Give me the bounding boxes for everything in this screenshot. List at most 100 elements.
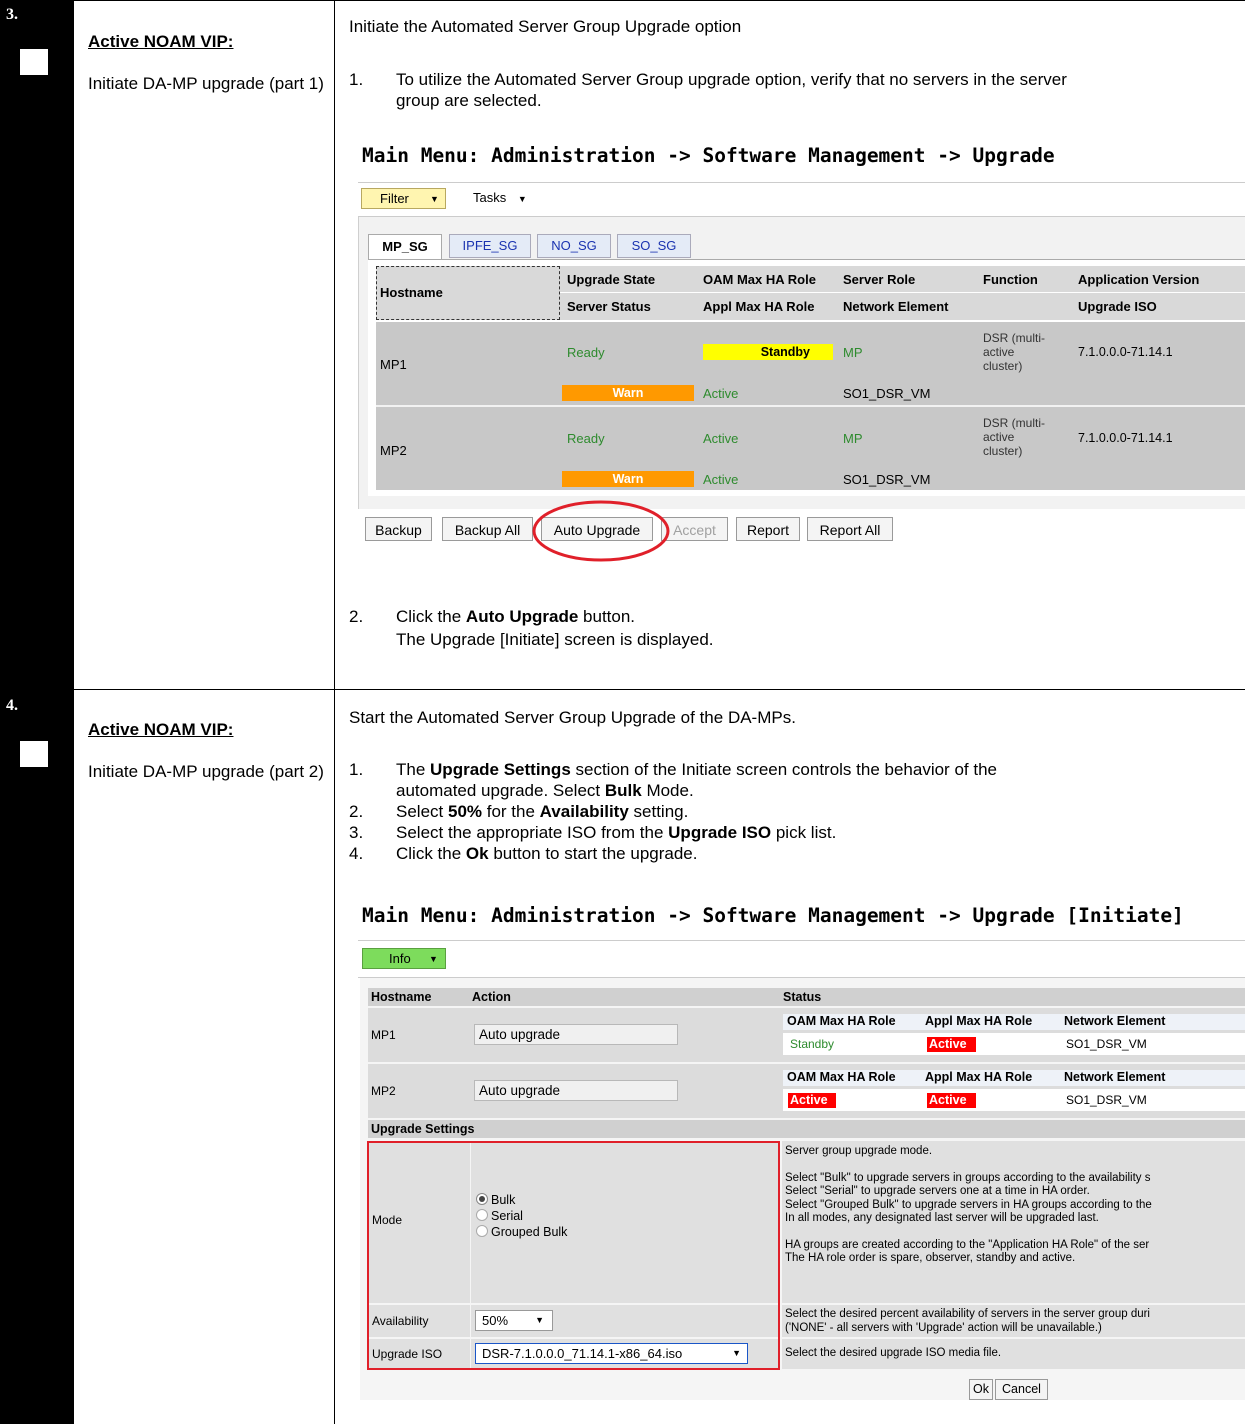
oam-role-badge: Standby <box>703 344 833 360</box>
server-role: MP <box>843 345 863 360</box>
filter-label: Filter <box>380 191 409 206</box>
report-all-button[interactable]: Report All <box>807 517 893 541</box>
row-separator <box>376 405 1245 407</box>
item-text: automated upgrade. Select Bulk Mode. <box>396 781 694 800</box>
hostname: MP2 <box>380 443 407 458</box>
upgrade-state: Ready <box>567 345 605 360</box>
item-number: 1. <box>349 760 364 779</box>
appl-role: Active <box>703 472 739 487</box>
step-description: Initiate DA-MP upgrade (part 1) <box>88 74 324 93</box>
settings-header-bar <box>368 1120 1245 1138</box>
server-role: MP <box>843 431 863 446</box>
hostname: MP1 <box>371 1028 396 1042</box>
ok-button[interactable]: Ok <box>969 1379 993 1400</box>
column-divider <box>334 0 335 1424</box>
step-number: 4. <box>6 697 18 714</box>
col-header: Hostname <box>380 285 443 300</box>
network-element: SO1_DSR_VM <box>843 386 931 401</box>
col-header: Network Element <box>843 299 949 314</box>
chevron-down-icon: ▼ <box>429 954 438 964</box>
col-header: Upgrade ISO <box>1078 299 1157 314</box>
action-field[interactable]: Auto upgrade <box>474 1080 678 1101</box>
appl-role-badge: Active <box>927 1037 976 1052</box>
oam-role: Standby <box>790 1037 835 1051</box>
item-text: Click the Ok button to start the upgrade… <box>396 844 698 863</box>
col-header: Status <box>783 990 822 1004</box>
col-header: OAM Max HA Role <box>703 272 816 287</box>
appl-role: Active <box>703 386 739 401</box>
oam-role: Active <box>703 431 739 446</box>
item-number: 3. <box>349 823 364 842</box>
cell-divider <box>780 1141 782 1369</box>
step-checkbox[interactable] <box>20 49 48 75</box>
settings-header: Upgrade Settings <box>371 1122 475 1136</box>
tab-so-sg[interactable]: SO_SG <box>617 234 691 258</box>
step-column-4 <box>0 690 74 1424</box>
filter-button[interactable]: Filter ▼ <box>361 188 446 209</box>
chevron-down-icon: ▼ <box>430 194 439 204</box>
col-header: Appl Max HA Role <box>703 299 815 314</box>
network-element: SO1_DSR_VM <box>1066 1093 1147 1107</box>
item-text: The Upgrade [Initiate] screen is display… <box>396 630 714 649</box>
sub-header: Appl Max HA Role <box>925 1014 1033 1028</box>
item-text: Select the appropriate ISO from the Upgr… <box>396 823 837 842</box>
sub-header: OAM Max HA Role <box>787 1070 896 1084</box>
step-role: Active NOAM VIP: <box>88 32 234 51</box>
col-header: Server Role <box>843 272 916 287</box>
info-button[interactable]: Info ▼ <box>362 948 446 969</box>
availability-help: Select the desired percent availability … <box>785 1308 1150 1334</box>
item-text: Click the Auto Upgrade button. <box>396 607 636 626</box>
step-description: Initiate DA-MP upgrade (part 2) <box>88 762 324 781</box>
title-divider <box>358 940 1245 941</box>
app-version: 7.1.0.0.0-71.14.1 <box>1078 345 1173 359</box>
item-number: 1. <box>349 70 364 89</box>
oam-role-badge: Active <box>788 1093 836 1108</box>
col-header: Server Status <box>567 299 651 314</box>
table-row[interactable] <box>376 322 1245 405</box>
step-number: 3. <box>6 6 18 23</box>
backup-all-button[interactable]: Backup All <box>442 517 533 541</box>
col-header: Upgrade State <box>567 272 656 287</box>
function: DSR (multi- <box>983 416 1045 430</box>
sub-header: Network Element <box>1064 1070 1166 1084</box>
sub-header: Network Element <box>1064 1014 1166 1028</box>
server-status-badge: Warn <box>562 471 694 487</box>
item-number: 2. <box>349 607 364 626</box>
item-text: Select 50% for the Availability setting. <box>396 802 689 821</box>
app-version: 7.1.0.0.0-71.14.1 <box>1078 431 1173 445</box>
item-text: group are selected. <box>396 91 542 110</box>
col-header: Hostname <box>371 990 432 1004</box>
backup-button[interactable]: Backup <box>365 517 432 541</box>
cancel-button[interactable]: Cancel <box>995 1379 1048 1400</box>
step-column-3 <box>0 0 74 689</box>
server-status-badge: Warn <box>562 385 694 401</box>
info-label: Info <box>389 951 411 966</box>
function: cluster) <box>983 444 1023 458</box>
header-split <box>560 292 1245 293</box>
action-field[interactable]: Auto upgrade <box>474 1024 678 1045</box>
appl-role-badge: Active <box>927 1093 976 1108</box>
item-text: The Upgrade Settings section of the Init… <box>396 760 997 779</box>
tasks-menu[interactable]: Tasks ▼ <box>473 190 527 205</box>
step-checkbox[interactable] <box>20 741 48 767</box>
hostname: MP1 <box>380 357 407 372</box>
highlight-rectangle <box>367 1141 780 1370</box>
table-row[interactable] <box>376 407 1245 490</box>
table-top-border <box>0 0 1245 1</box>
highlight-ellipse <box>532 500 670 562</box>
col-header: Function <box>983 272 1038 287</box>
tab-no-sg[interactable]: NO_SG <box>537 234 611 258</box>
page-title: Main Menu: Administration -> Software Ma… <box>362 904 1184 927</box>
report-button[interactable]: Report <box>736 517 800 541</box>
tab-mp-sg[interactable]: MP_SG <box>368 234 442 260</box>
page-title: Main Menu: Administration -> Software Ma… <box>362 144 1055 167</box>
step-intro: Start the Automated Server Group Upgrade… <box>349 708 796 727</box>
sub-header: OAM Max HA Role <box>787 1014 896 1028</box>
function: active <box>983 430 1015 444</box>
network-element: SO1_DSR_VM <box>1066 1037 1147 1051</box>
item-text: To utilize the Automated Server Group up… <box>396 70 1067 89</box>
network-element: SO1_DSR_VM <box>843 472 931 487</box>
col-header: Application Version <box>1078 272 1200 287</box>
mode-help: Server group upgrade mode. Select "Bulk"… <box>785 1145 1152 1264</box>
tab-ipfe-sg[interactable]: IPFE_SG <box>449 234 531 258</box>
